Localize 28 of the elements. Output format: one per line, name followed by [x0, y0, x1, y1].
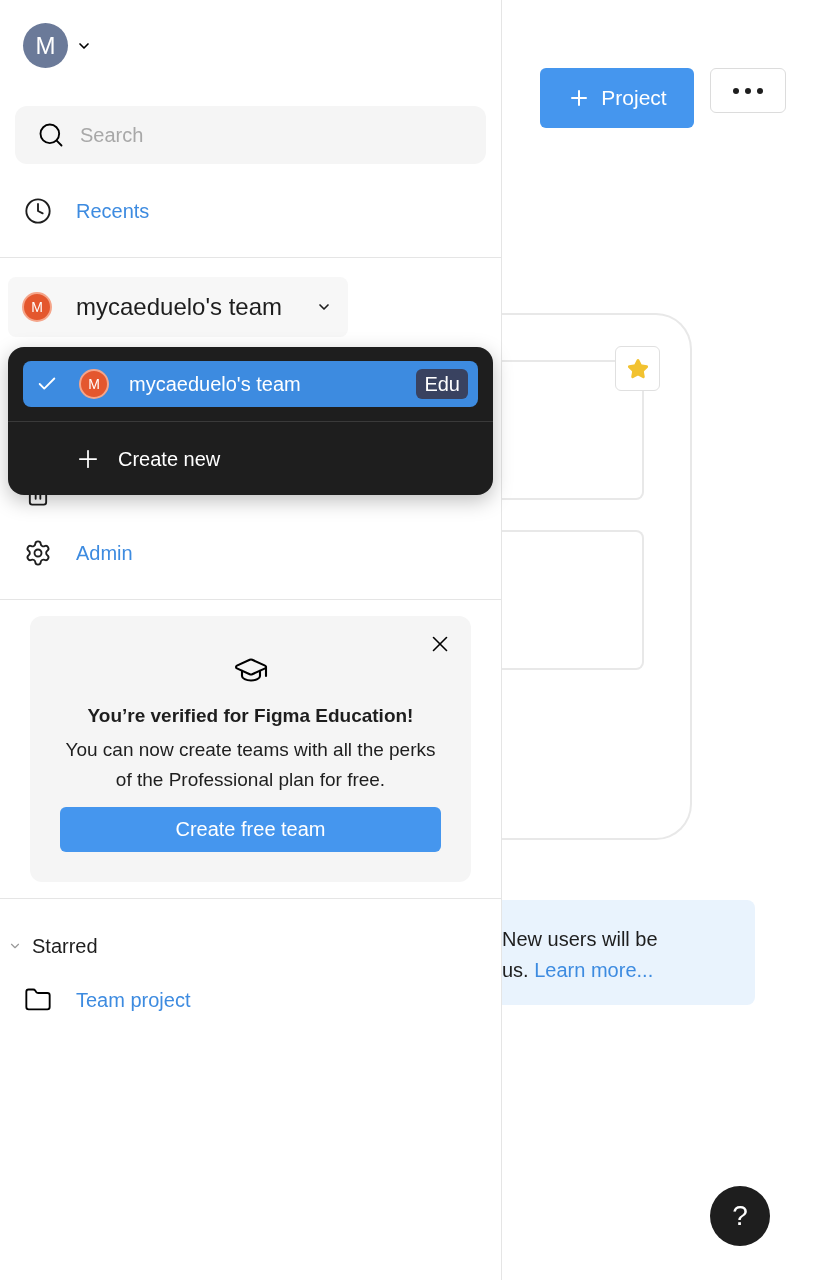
star-icon: [626, 357, 649, 380]
promo-title: You’re verified for Figma Education!: [87, 704, 414, 728]
help-button[interactable]: ?: [710, 1186, 770, 1246]
search-icon: [37, 121, 65, 149]
team-avatar: M: [22, 292, 52, 322]
settings-icon: [24, 539, 52, 567]
star-button[interactable]: [615, 346, 660, 391]
new-project-button[interactable]: Project: [540, 68, 694, 128]
nav-link[interactable]: Admin: [76, 538, 133, 568]
project-link[interactable]: Team project: [76, 984, 191, 1015]
banner-text: New users will be us. Learn more...: [502, 927, 659, 983]
team-switcher[interactable]: M mycaeduelo's team: [8, 277, 348, 337]
team-name: mycaeduelo's team: [129, 372, 301, 397]
search-field[interactable]: Search: [15, 106, 486, 164]
plan-tag: Edu: [416, 369, 468, 399]
team-menu-item[interactable]: M mycaeduelo's team Edu: [23, 361, 478, 407]
create-new-item[interactable]: Create new: [8, 422, 493, 495]
more-button[interactable]: [710, 68, 786, 113]
promo-text: You can now create teams with all the perks of the Professional plan for free.: [64, 737, 437, 792]
team-name: mycaeduelo's team: [76, 292, 282, 322]
learn-more-link[interactable]: Learn more...: [534, 959, 654, 981]
more-icon: [733, 87, 763, 94]
nav-link[interactable]: Recents: [76, 196, 150, 226]
create-team-button[interactable]: Create free team: [60, 806, 441, 852]
team-avatar: M: [79, 369, 109, 399]
section-title: Starred: [32, 933, 98, 959]
account-avatar[interactable]: M: [23, 23, 68, 68]
clock-icon: [24, 197, 52, 225]
